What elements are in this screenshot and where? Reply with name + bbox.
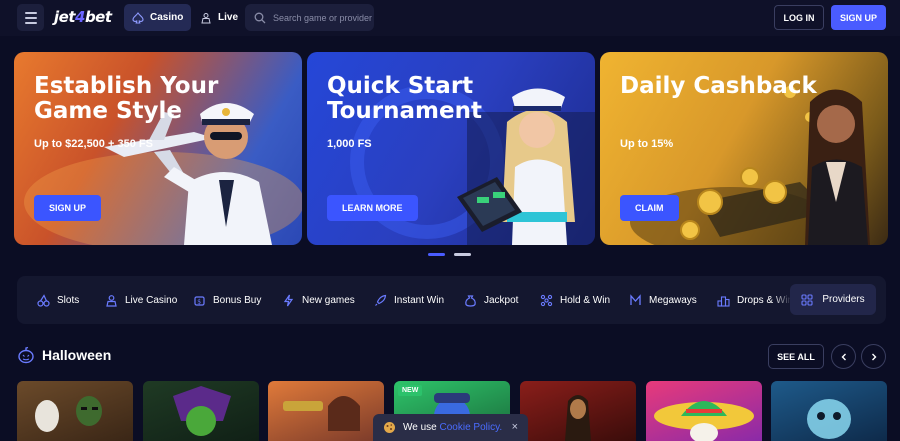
- game-tile[interactable]: [771, 381, 887, 441]
- prev-arrow-button[interactable]: [831, 344, 856, 369]
- game-art: [173, 386, 231, 436]
- menu-button[interactable]: [17, 4, 44, 31]
- game-art: [283, 396, 360, 431]
- new-badge: NEW: [398, 385, 423, 396]
- category-slots[interactable]: Slots: [37, 276, 79, 324]
- providers-label: Providers: [822, 294, 865, 305]
- logo-text-prefix: jet: [54, 8, 76, 26]
- banner-claim-button[interactable]: CLAIM: [620, 195, 679, 221]
- logo-text-suffix: bet: [84, 8, 112, 26]
- dealer-icon: [106, 294, 117, 307]
- m-letter-icon: [630, 293, 641, 305]
- game-art: [35, 396, 102, 432]
- banner-title: Daily Cashback: [620, 73, 817, 99]
- banner-learn-more-button[interactable]: LEARN MORE: [327, 195, 418, 221]
- category-instant-win[interactable]: Instant Win: [374, 276, 444, 324]
- chevron-left-icon: [841, 353, 846, 360]
- category-hold-win[interactable]: Hold & Win: [540, 276, 610, 324]
- cookie-notice: We use Cookie Policy. ×: [373, 414, 528, 441]
- promo-banner-cashback[interactable]: Daily Cashback Up to 15% CLAIM: [600, 52, 888, 245]
- search-box[interactable]: [245, 4, 374, 31]
- category-label: Slots: [57, 294, 80, 306]
- hamburger-icon: [24, 10, 37, 25]
- banner-signup-button[interactable]: SIGN UP: [34, 195, 102, 221]
- close-icon[interactable]: ×: [512, 421, 518, 433]
- category-label: Hold & Win: [560, 294, 611, 306]
- carousel-dot-2[interactable]: [454, 253, 471, 256]
- providers-button[interactable]: Providers: [790, 284, 876, 315]
- rocket-icon: [375, 294, 387, 306]
- chevron-right-icon: [871, 353, 876, 360]
- game-art: [654, 401, 754, 441]
- spade-icon: [132, 11, 144, 24]
- category-bonus-buy[interactable]: $ Bonus Buy: [193, 276, 261, 324]
- cookie-text: We use: [403, 422, 437, 433]
- category-label: Bonus Buy: [213, 294, 262, 306]
- grid-dots-icon: [540, 294, 553, 306]
- grid-icon: [801, 293, 813, 306]
- svg-text:$: $: [197, 298, 201, 305]
- banner-title: Quick Start Tournament: [327, 73, 482, 124]
- signup-button[interactable]: SIGN UP: [831, 5, 886, 30]
- nav-casino-label: Casino: [150, 12, 184, 23]
- category-bar: Slots Live Casino $ Bonus Buy New games …: [17, 276, 886, 324]
- banner-subtitle: Up to 15%: [620, 138, 674, 150]
- category-label: Live Casino: [125, 294, 178, 306]
- game-tile[interactable]: [143, 381, 259, 441]
- banner-title: Establish Your Game Style: [34, 73, 219, 124]
- carousel-dots: [428, 253, 471, 256]
- podium-icon: [717, 295, 730, 307]
- coin-bag-icon: [465, 294, 476, 307]
- site-logo[interactable]: jet4bet: [54, 8, 112, 26]
- login-button[interactable]: LOG IN: [774, 5, 824, 30]
- lightning-icon: [283, 294, 294, 306]
- category-live-casino[interactable]: Live Casino: [105, 276, 177, 324]
- game-tile[interactable]: [520, 381, 636, 441]
- search-icon: [254, 12, 266, 23]
- pumpkin-icon: [18, 346, 34, 364]
- see-all-button[interactable]: SEE ALL: [768, 344, 824, 369]
- game-tile[interactable]: [646, 381, 762, 441]
- nav-live-label: Live: [218, 12, 239, 23]
- top-header: jet4bet Casino Live LOG IN SIGN UP: [0, 0, 900, 36]
- category-label: Megaways: [649, 294, 697, 306]
- section-title-text: Halloween: [42, 347, 112, 363]
- category-label: New games: [302, 294, 355, 306]
- cookie-icon: [384, 422, 395, 433]
- banner-subtitle: Up to $22,500 + 350 FS: [34, 138, 153, 150]
- cookie-policy-link[interactable]: Cookie Policy.: [440, 422, 503, 433]
- promo-banner-tournament[interactable]: Quick Start Tournament 1,000 FS LEARN MO…: [307, 52, 595, 245]
- cherries-icon: [37, 293, 50, 307]
- category-megaways[interactable]: Megaways: [629, 276, 697, 324]
- game-art: [807, 399, 851, 439]
- dealer-icon: [201, 12, 211, 23]
- game-tile[interactable]: [268, 381, 384, 441]
- category-jackpot[interactable]: Jackpot: [464, 276, 518, 324]
- promo-banner-welcome[interactable]: Establish Your Game Style Up to $22,500 …: [14, 52, 302, 245]
- money-bag-icon: $: [194, 295, 205, 305]
- section-title: Halloween: [17, 346, 111, 364]
- category-label: Jackpot: [484, 294, 519, 306]
- category-new-games[interactable]: New games: [282, 276, 355, 324]
- carousel-dot-1[interactable]: [428, 253, 445, 256]
- game-art: [565, 395, 591, 441]
- category-label: Instant Win: [394, 294, 445, 306]
- banner-subtitle: 1,000 FS: [327, 138, 372, 150]
- scroll-fade: [772, 276, 792, 324]
- next-arrow-button[interactable]: [861, 344, 886, 369]
- search-input[interactable]: [273, 12, 373, 23]
- game-tile[interactable]: [17, 381, 133, 441]
- nav-live[interactable]: Live: [192, 4, 246, 31]
- nav-casino[interactable]: Casino: [124, 4, 192, 31]
- logo-text-number: 4: [75, 8, 85, 26]
